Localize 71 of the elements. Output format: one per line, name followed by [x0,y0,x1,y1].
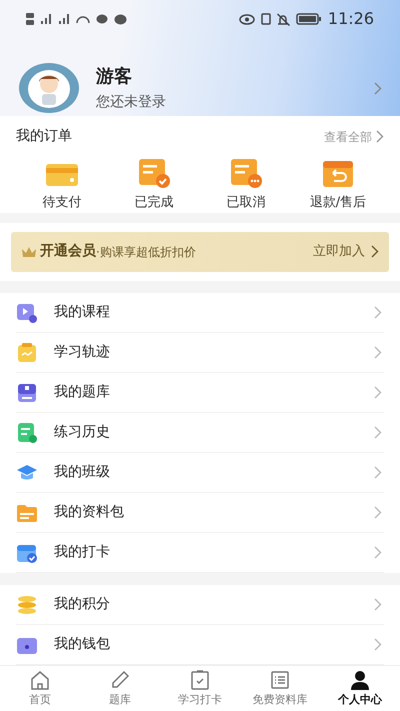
menu-item[interactable]: 我的积分 [16,585,384,625]
vip-title: 开通会员 [40,242,96,262]
chevron-icon [374,306,382,319]
signal-icon [58,13,70,25]
order-status-button[interactable]: 退款/售后 [292,157,384,213]
order-status-button[interactable]: 已完成 [108,157,200,213]
chevron-icon [374,506,382,519]
menu-item[interactable]: 我的资料包 [16,493,384,533]
chevron-icon [374,386,382,399]
crown-icon [21,246,37,258]
list-icon [269,668,291,691]
chevron-icon [374,546,382,559]
profile-header[interactable]: 游客 您还未登录 [0,62,400,114]
document-dots-icon [229,157,263,190]
clipboard-icon [16,342,38,364]
menu-item-label: 我的资料包 [54,503,125,522]
menu-item[interactable]: 学习轨迹 [16,333,384,373]
menu-item-label: 学习轨迹 [54,343,111,362]
chevron-icon [371,245,379,258]
tab[interactable]: 学习打卡 [160,666,240,711]
menu-item[interactable]: 我的班级 [16,453,384,493]
menu-item-label: 我的题库 [54,383,111,402]
menu-item[interactable]: 练习历史 [16,413,384,453]
home-icon [29,668,51,691]
order-status-button[interactable]: 已取消 [200,157,292,213]
person-icon [349,668,371,691]
join-now-label: 立即加入 [313,243,365,262]
menu-item[interactable]: 我的打卡 [16,533,384,573]
menu-item-label: 我的打卡 [54,543,111,562]
menu-item-label: 我的钱包 [54,635,111,654]
battery-icon [296,13,322,25]
document-check-icon [137,157,171,190]
section-title: 我的订单 [16,127,72,146]
menu-item[interactable]: 我的课程 [16,293,384,333]
status-time: 11:26 [328,8,374,30]
document-icon [16,422,38,444]
clipboard-check-icon [189,668,211,691]
eye-icon [238,14,255,24]
menu-item-label: 我的积分 [54,595,111,614]
menu-item[interactable]: 我的题库 [16,373,384,413]
chevron-icon [374,466,382,479]
vip-banner[interactable]: 开通会员·购课享超低折扣价 立即加入 [11,232,389,272]
return-box-icon [321,159,355,190]
tab[interactable]: 个人中心 [320,666,400,711]
login-hint: 您还未登录 [96,93,167,112]
user-name: 游客 [96,65,133,89]
muted-bell-icon [276,12,290,26]
vip-subtitle: ·购课享超低折扣价 [96,244,196,261]
wifi-icon [76,14,90,24]
order-status-label: 已完成 [134,194,174,212]
chevron-icon [374,82,382,94]
order-status-label: 退款/售后 [310,194,366,212]
order-status-label: 已取消 [226,194,266,212]
menu-item-label: 我的班级 [54,463,111,482]
coins-icon [16,594,38,616]
avatar [18,62,80,114]
video-icon [16,302,38,324]
tray-icon [16,382,38,404]
tab[interactable]: 免费资料库 [240,666,320,711]
signal-icon [40,13,52,25]
chevron-icon [374,346,382,359]
chevron-icon [376,130,384,144]
chevron-icon [374,598,382,611]
chevron-icon [374,638,382,651]
menu-item-label: 练习历史 [54,423,111,442]
order-status-label: 待支付 [42,194,82,212]
order-status-button[interactable]: 待支付 [16,157,108,213]
tab[interactable]: 首页 [0,666,80,711]
tab[interactable]: 题库 [80,666,160,711]
menu-item-label: 我的课程 [54,303,111,322]
chevron-icon [374,426,382,439]
